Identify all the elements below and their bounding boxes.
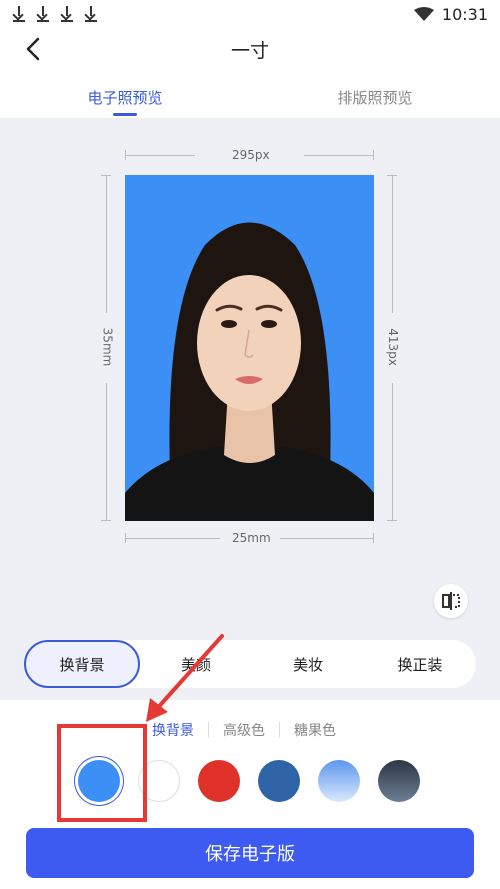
swatch-red[interactable] xyxy=(198,760,240,802)
dimension-tick xyxy=(373,533,374,543)
title-bar: 一寸 xyxy=(0,28,500,68)
dimension-line xyxy=(392,175,393,313)
id-photo xyxy=(125,175,374,521)
dimension-tick xyxy=(101,520,111,521)
swatch-gradient-blue[interactable] xyxy=(318,760,360,802)
download-icon xyxy=(60,5,74,23)
annotation-arrow-icon xyxy=(146,634,224,722)
dimension-tick xyxy=(387,520,397,521)
annotation-highlight-box xyxy=(57,724,147,822)
dimension-line xyxy=(125,155,195,156)
dimension-line xyxy=(280,538,374,539)
dimension-line xyxy=(106,383,107,521)
dimension-tick xyxy=(373,150,374,160)
tool-tab-makeup[interactable]: 美妆 xyxy=(252,640,364,688)
portrait-image xyxy=(125,222,374,521)
compare-button[interactable] xyxy=(434,584,468,618)
notification-icons xyxy=(12,5,98,23)
photo-width-px: 295px xyxy=(232,148,270,162)
tab-digital-preview[interactable]: 电子照预览 xyxy=(0,78,250,118)
preview-tabs: 电子照预览 排版照预览 xyxy=(0,78,500,118)
save-digital-button[interactable]: 保存电子版 xyxy=(26,828,474,878)
status-bar: 10:31 xyxy=(0,0,500,28)
tool-tab-formal-wear[interactable]: 换正装 xyxy=(364,640,476,688)
swatch-gradient-gray[interactable] xyxy=(378,760,420,802)
tool-tab-change-background[interactable]: 换背景 xyxy=(24,640,140,688)
download-icon xyxy=(12,5,26,23)
tab-layout-preview[interactable]: 排版照预览 xyxy=(250,78,500,118)
page-title: 一寸 xyxy=(230,40,269,62)
sub-tab-candy-colors[interactable]: 糖果色 xyxy=(280,720,350,740)
photo-height-px: 413px xyxy=(385,328,400,366)
dimension-line xyxy=(304,155,374,156)
photo-height-mm: 35mm xyxy=(100,327,115,367)
compare-icon xyxy=(442,592,460,610)
wifi-icon xyxy=(413,7,434,21)
photo-width-mm: 25mm xyxy=(232,531,271,545)
tab-label: 电子照预览 xyxy=(87,89,163,107)
download-icon xyxy=(36,5,50,23)
dimension-line xyxy=(392,383,393,521)
swatch-dark-blue[interactable] xyxy=(258,760,300,802)
tab-label: 排版照预览 xyxy=(337,89,413,107)
tab-underline xyxy=(113,113,137,116)
tool-tabs: 换背景 美颜 美妆 换正装 xyxy=(24,640,476,688)
photo-preview-area: 295px 25mm 35mm 413px 换背景 美妆 换正装 xyxy=(0,118,500,700)
dimension-line xyxy=(106,175,107,313)
status-time: 10:31 xyxy=(441,4,488,24)
dimension-line xyxy=(125,538,220,539)
download-icon xyxy=(84,5,98,23)
